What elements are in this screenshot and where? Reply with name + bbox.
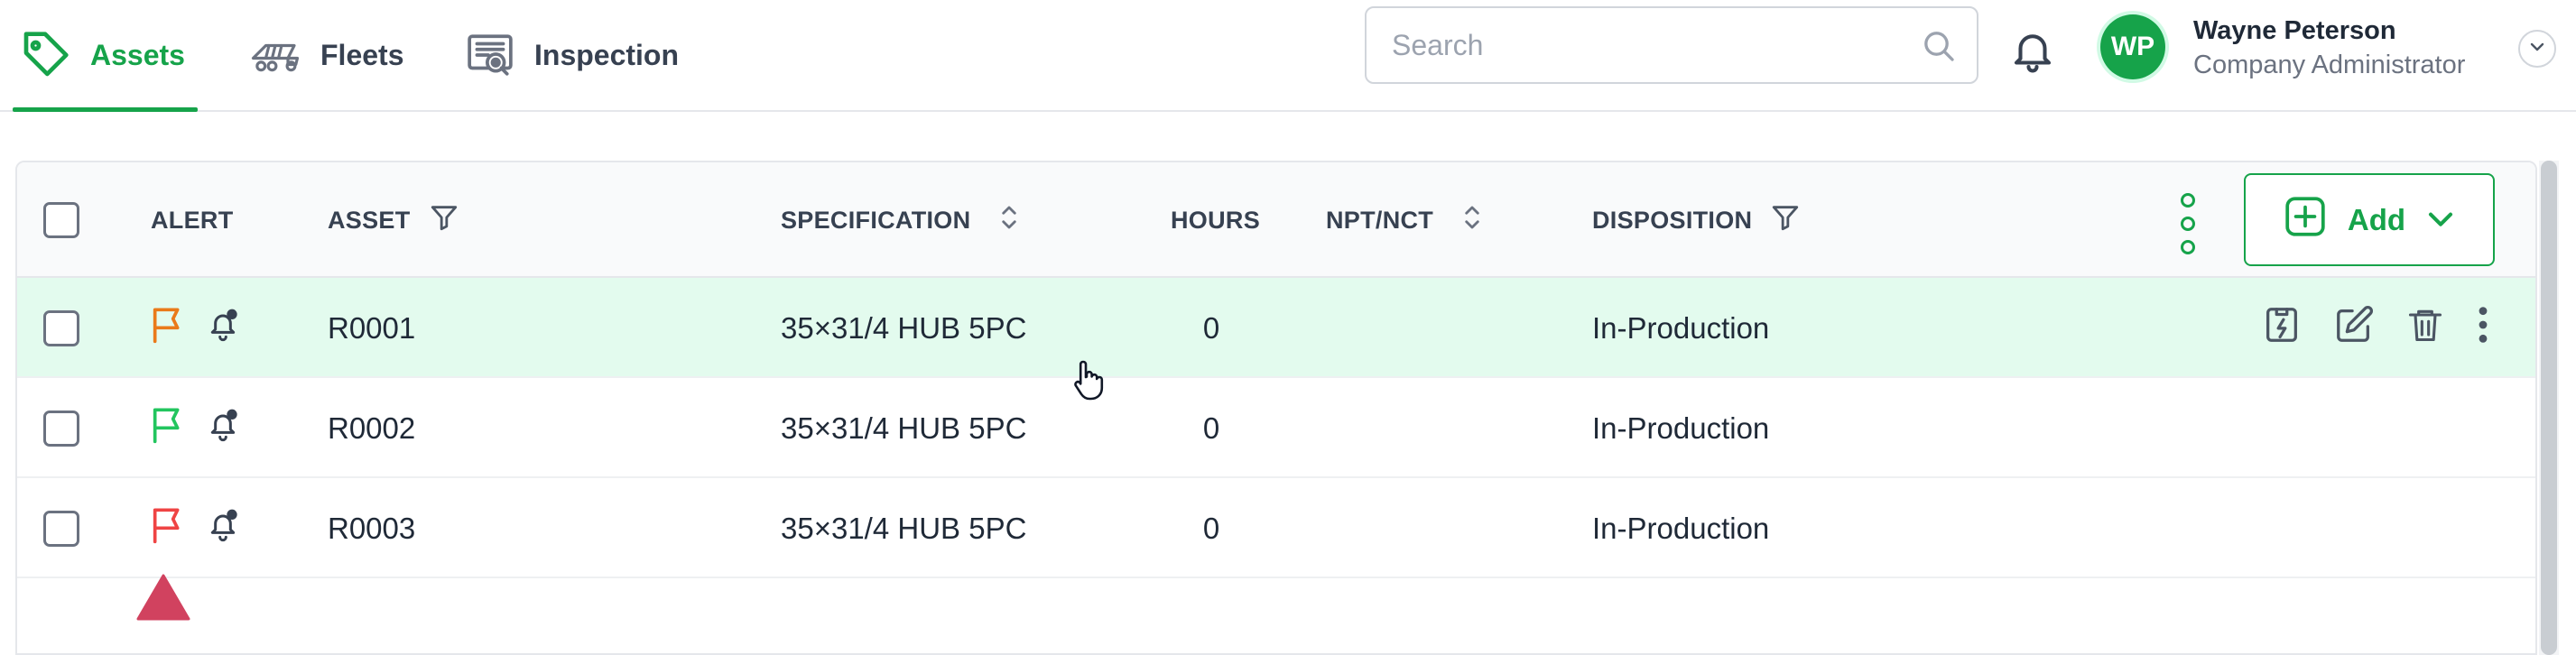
column-header-disposition: DISPOSITION [1592,162,1801,278]
bell-alert-icon[interactable] [205,407,241,450]
table-header: ALERT ASSET SPECIFICATION HOURS NPT/NCT … [17,162,2535,278]
table-row[interactable]: R0003 35×31/4 HUB 5PC 0 In-Production [17,478,2535,578]
row-checkbox[interactable] [43,411,79,447]
alert-cell [149,278,241,378]
asset-cell: R0001 [328,310,416,345]
hours-cell: 0 [1202,310,1220,345]
tab-fleets-label: Fleets [320,38,404,71]
table-row[interactable]: R0002 35×31/4 HUB 5PC 0 In-Production [17,378,2535,478]
assign-icon[interactable] [2261,304,2303,353]
filter-icon[interactable] [429,202,459,239]
filter-icon[interactable] [1770,202,1801,239]
edit-icon[interactable] [2333,304,2375,353]
npt-nct-header-label: NPT/NCT [1326,206,1434,234]
delete-icon[interactable] [2405,304,2445,353]
column-header-asset: ASSET [328,162,459,278]
tab-fleets[interactable]: Fleets [250,0,403,110]
column-header-npt-nct: NPT/NCT [1326,162,1482,278]
specification-cell: 35×31/4 HUB 5PC [781,411,1027,445]
alert-header-label: ALERT [151,206,234,234]
active-tab-indicator [13,107,198,112]
notifications-bell-icon[interactable] [2008,25,2057,80]
column-header-alert: ALERT [151,162,234,278]
top-navigation-bar: Assets Fleets Inspection Search WP Wayne… [0,0,2576,112]
flag-icon[interactable] [149,405,185,452]
chevron-down-icon [2528,41,2546,58]
vertical-scrollbar[interactable] [2539,161,2559,655]
disposition-cell: In-Production [1592,310,1770,345]
warning-triangle-marker [136,574,190,625]
disposition-header-label: DISPOSITION [1592,206,1753,234]
sort-icon[interactable] [1462,203,1482,238]
disposition-cell: In-Production [1592,411,1770,445]
column-options-icon[interactable] [2181,193,2195,254]
plus-icon [2283,194,2328,246]
search-input[interactable] [1392,28,1951,62]
asset-header-label: ASSET [328,206,411,234]
assets-table: ALERT ASSET SPECIFICATION HOURS NPT/NCT … [15,161,2537,655]
bell-alert-icon[interactable] [205,507,241,550]
specification-cell: 35×31/4 HUB 5PC [781,310,1027,345]
column-header-hours: HOURS [1171,162,1260,278]
user-role: Company Administrator [2193,51,2466,79]
table-row[interactable]: R0001 35×31/4 HUB 5PC 0 In-Production [17,278,2535,378]
tab-assets-label: Assets [90,38,185,71]
scrollbar-thumb[interactable] [2541,161,2557,655]
search-icon[interactable] [1921,28,1957,69]
row-actions [2261,278,2490,378]
user-avatar[interactable]: WP [2100,14,2165,79]
search-box [1365,6,1978,84]
alert-cell [149,378,241,478]
avatar-initials: WP [2110,32,2155,61]
sort-icon[interactable] [999,203,1019,238]
hours-cell: 0 [1202,511,1220,545]
row-checkbox[interactable] [43,310,79,346]
column-header-specification: SPECIFICATION [781,162,1019,278]
tab-inspection-label: Inspection [534,38,680,71]
specification-cell: 35×31/4 HUB 5PC [781,511,1027,545]
flag-icon[interactable] [149,305,185,352]
add-button[interactable]: Add [2244,173,2495,266]
tab-inspection[interactable]: Inspection [466,0,679,110]
user-menu-button[interactable] [2518,30,2556,68]
alert-cell [149,478,241,578]
select-all-checkbox[interactable] [43,202,79,238]
tab-assets[interactable]: Assets [13,0,198,112]
chevron-down-icon [2425,203,2456,237]
hand-pointer-cursor-icon [1072,359,1105,405]
row-more-icon[interactable] [2476,304,2490,353]
flag-icon[interactable] [149,505,185,552]
bell-alert-icon[interactable] [205,307,241,350]
row-checkbox[interactable] [43,511,79,547]
add-button-label: Add [2347,202,2406,236]
truck-icon [250,35,301,75]
hours-cell: 0 [1202,411,1220,445]
hours-header-label: HOURS [1171,206,1261,234]
inspection-icon [466,32,514,78]
asset-cell: R0003 [328,511,416,545]
disposition-cell: In-Production [1592,511,1770,545]
tag-icon [20,30,70,80]
user-name: Wayne Peterson [2193,16,2396,45]
asset-cell: R0002 [328,411,416,445]
specification-header-label: SPECIFICATION [781,206,971,234]
